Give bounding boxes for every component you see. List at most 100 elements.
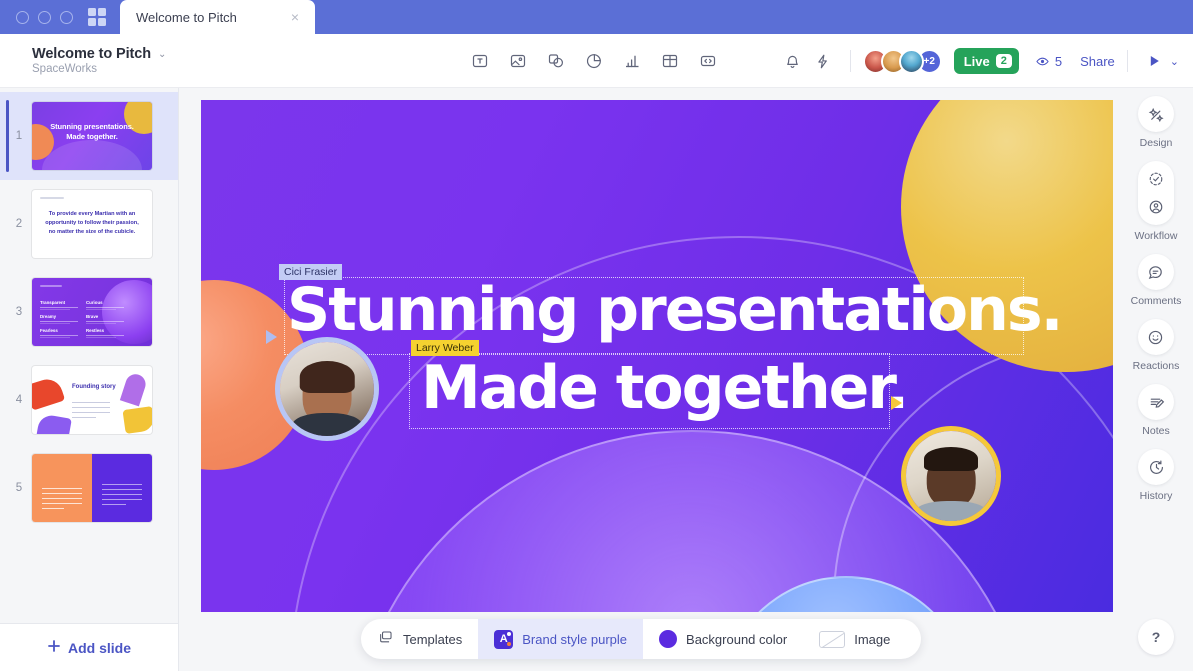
rail-label-design: Design xyxy=(1139,137,1173,149)
cursor-larry-weber xyxy=(891,396,902,410)
insert-toolbar xyxy=(466,34,722,88)
live-button[interactable]: Live 2 xyxy=(953,48,1019,74)
collaborator-avatars[interactable]: +2 xyxy=(862,48,942,74)
slide-thumbnail-4[interactable]: 4 Founding story xyxy=(0,356,178,444)
slide-number: 2 xyxy=(15,218,23,230)
live-count-badge: 2 xyxy=(995,54,1012,68)
divider xyxy=(1126,50,1128,72)
chevron-down-icon[interactable]: ⌄ xyxy=(158,49,166,60)
image-label: Image xyxy=(854,631,891,647)
thumb-cell: Curious xyxy=(86,300,103,305)
image-button[interactable]: Image xyxy=(803,619,906,659)
viewers-count-label: 5 xyxy=(1054,53,1063,69)
add-slide-label: Add slide xyxy=(67,639,131,656)
slide-sidebar: 1 Stunning presentations. Made together.… xyxy=(0,88,179,671)
image-swatch-icon xyxy=(819,630,846,648)
rail-item-design[interactable]: Design xyxy=(1138,96,1174,149)
headline-line-1[interactable]: Stunning presentations. xyxy=(287,275,1063,345)
present-options-caret[interactable]: ⌄ xyxy=(1170,55,1179,68)
minimize-window-button[interactable] xyxy=(38,10,51,24)
plus-icon xyxy=(47,639,61,656)
share-button[interactable]: Share xyxy=(1080,54,1115,69)
cursor-cici-frasier xyxy=(266,330,277,344)
design-wand-icon[interactable] xyxy=(1138,96,1174,132)
headline-text: Made together. xyxy=(421,353,909,423)
grid-apps-icon[interactable] xyxy=(88,8,106,26)
thumb-cell: Brave xyxy=(86,314,99,319)
slide-style-toolbar: Templates A Brand style purple Backgroun… xyxy=(361,619,921,659)
slide-thumbnail-1[interactable]: 1 Stunning presentations. Made together. xyxy=(0,92,178,180)
headline-line-2[interactable]: Made together. xyxy=(421,353,909,423)
viewers-count[interactable]: 5 xyxy=(1035,54,1062,69)
slide-thumbnail-5[interactable]: 5 xyxy=(0,444,178,532)
image-tool-button[interactable] xyxy=(504,47,532,75)
workspace-name: SpaceWorks xyxy=(32,63,97,75)
maximize-window-button[interactable] xyxy=(60,10,73,24)
background-color-swatch[interactable] xyxy=(659,630,678,648)
present-button[interactable] xyxy=(1146,53,1162,69)
eye-icon xyxy=(1036,57,1049,65)
shapes-tool-button[interactable] xyxy=(542,47,570,75)
templates-label: Templates xyxy=(403,631,463,647)
divider xyxy=(849,50,851,72)
table-tool-button[interactable] xyxy=(656,47,684,75)
slide-number: 1 xyxy=(15,130,23,142)
thumbnail-preview: Founding story xyxy=(32,366,152,434)
headline-text: Stunning presentations. xyxy=(287,275,1063,345)
brand-style-button[interactable]: A Brand style purple xyxy=(478,619,644,659)
rail-item-comments[interactable]: Comments xyxy=(1131,254,1181,307)
browser-tab[interactable]: Welcome to Pitch × xyxy=(120,0,315,34)
help-button[interactable]: ? xyxy=(1138,619,1174,655)
rail-item-notes[interactable]: Notes xyxy=(1138,384,1174,437)
slide-canvas[interactable]: Stunning presentations. Made together. C… xyxy=(201,100,1113,612)
header-right-tools: +2 Live 2 5 Share ⌄ xyxy=(778,34,1179,88)
rail-item-workflow[interactable]: Workflow xyxy=(1135,161,1177,242)
workflow-pill[interactable] xyxy=(1137,161,1174,225)
chart-tool-button[interactable] xyxy=(618,47,646,75)
thumb-cell: Fearless xyxy=(40,328,58,333)
smiley-icon[interactable] xyxy=(1137,319,1174,355)
thumb-title-line1: Stunning presentations. xyxy=(50,122,134,131)
rail-item-history[interactable]: History xyxy=(1138,449,1174,502)
notes-pencil-icon[interactable] xyxy=(1138,384,1174,420)
close-icon[interactable]: × xyxy=(287,8,303,26)
bell-icon[interactable] xyxy=(778,46,808,76)
embed-tool-button[interactable] xyxy=(694,47,722,75)
templates-button[interactable]: Templates xyxy=(361,619,478,659)
slide-number: 3 xyxy=(15,306,23,318)
thumbnail-preview: Stunning presentations. Made together. xyxy=(32,102,152,170)
slide-thumbnail-3[interactable]: 3 Transparent Curious Dreamy Brave Fearl… xyxy=(0,268,178,356)
slide-number: 4 xyxy=(15,394,23,406)
play-icon xyxy=(1150,56,1159,66)
workflow-person-icon[interactable] xyxy=(1143,194,1169,220)
rail-item-reactions[interactable]: Reactions xyxy=(1133,319,1179,372)
brand-style-label: Brand style purple xyxy=(522,631,628,647)
slide-number: 5 xyxy=(15,482,23,494)
video-bubble-cici[interactable] xyxy=(275,337,379,441)
app-header: Welcome to Pitch ⌄ SpaceWorks +2 Live 2 … xyxy=(0,34,1193,88)
lightning-icon[interactable] xyxy=(808,46,838,76)
thumb-title: Founding story xyxy=(72,384,116,390)
page-title[interactable]: Welcome to Pitch xyxy=(32,46,151,62)
editor-body: 1 Stunning presentations. Made together.… xyxy=(0,88,1193,671)
video-bubble-larry[interactable] xyxy=(901,426,1001,526)
comment-bubble-icon[interactable] xyxy=(1137,254,1174,290)
toolbar-next-button[interactable]: › xyxy=(906,632,921,647)
rail-label-notes: Notes xyxy=(1142,425,1170,437)
close-window-button[interactable] xyxy=(16,10,29,24)
text-tool-button[interactable] xyxy=(466,47,494,75)
thumb-cell: Restless xyxy=(86,328,105,333)
add-slide-button[interactable]: Add slide xyxy=(0,623,178,671)
workflow-check-icon[interactable] xyxy=(1143,166,1169,192)
avatar[interactable] xyxy=(898,48,924,74)
slide-thumbnail-2[interactable]: 2 To provide every Martian with an oppor… xyxy=(0,180,178,268)
slide-list: 1 Stunning presentations. Made together.… xyxy=(0,88,178,623)
document-meta: Welcome to Pitch ⌄ SpaceWorks xyxy=(0,46,300,75)
window-tab-bar: Welcome to Pitch × xyxy=(0,0,1193,34)
live-label: Live xyxy=(963,53,990,69)
background-color-button[interactable]: Background color xyxy=(643,619,803,659)
history-clock-icon[interactable] xyxy=(1138,449,1174,485)
thumb-title-line2: Made together. xyxy=(66,132,118,142)
sticker-tool-button[interactable] xyxy=(580,47,608,75)
templates-icon xyxy=(377,629,394,649)
